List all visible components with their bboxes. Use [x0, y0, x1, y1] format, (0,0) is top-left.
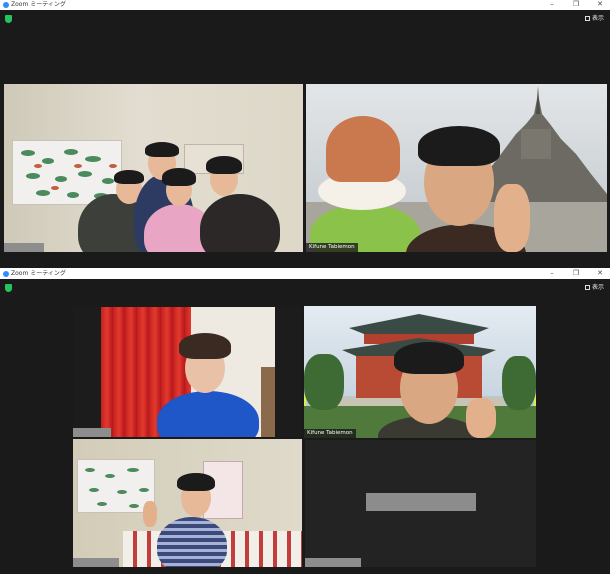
child-left-hair [114, 170, 144, 184]
furniture [261, 367, 275, 437]
peace-sign-hand-3 [143, 501, 157, 527]
title-bar: Zoom ミーティング – ❐ ✕ [0, 0, 610, 10]
video-tile-boy[interactable] [73, 439, 302, 567]
participant-name-placeholder [4, 243, 44, 252]
participant-name-placeholder-2 [73, 428, 111, 437]
zoom-logo-icon-2 [3, 271, 9, 277]
title-bar-2: Zoom ミーティング – ❐ ✕ [0, 269, 610, 279]
view-button-2[interactable]: 表示 [584, 284, 604, 292]
view-button[interactable]: 表示 [584, 15, 604, 23]
peace-sign-hand [494, 184, 530, 252]
video-tile-kifune-tabiemon-2[interactable]: Kifune Tabiemon [304, 306, 536, 438]
maximize-button[interactable]: ❐ [566, 0, 586, 10]
mother-hair [206, 156, 242, 174]
view-button-label-2: 表示 [591, 284, 604, 291]
plush-hat [326, 116, 400, 182]
video-tile-woman[interactable] [73, 307, 302, 437]
participant-name-label-2: Kifune Tabiemon [304, 429, 356, 438]
window-title-2: Zoom ミーティング [11, 270, 66, 277]
participant-name-label: Kifune Tabiemon [306, 243, 358, 252]
zoom-logo-icon [3, 2, 9, 8]
video-tile-family[interactable] [4, 84, 303, 252]
video-tile-kifune-tabiemon[interactable]: Kifune Tabiemon [306, 84, 607, 252]
tree-right [502, 356, 536, 410]
tree-left [304, 354, 344, 410]
window-title: Zoom ミーティング [11, 1, 66, 8]
father-hair [145, 142, 179, 157]
zoom-window-top: Zoom ミーティング – ❐ ✕ 表示 Kifune Tabiemon [0, 0, 610, 268]
boy-body [157, 517, 227, 567]
boy-hair [177, 473, 215, 491]
participant-name-placeholder-center [366, 493, 476, 511]
video-tile-camera-off[interactable] [305, 440, 536, 567]
woman-hair [179, 333, 231, 359]
zoom-window-bottom: Zoom ミーティング – ❐ ✕ 表示 Kifune Tabiemon [0, 269, 610, 574]
view-button-label: 表示 [591, 15, 604, 22]
security-shield-icon[interactable] [5, 15, 12, 23]
close-button[interactable]: ✕ [590, 0, 610, 10]
grid-icon-2 [584, 285, 590, 290]
security-shield-icon-2[interactable] [5, 284, 12, 292]
girl-hair [162, 168, 196, 186]
participant-name-placeholder-3 [73, 558, 119, 567]
grid-icon [584, 16, 590, 21]
minimize-button[interactable]: – [542, 0, 562, 10]
minimize-button-2[interactable]: – [542, 269, 562, 279]
participant-name-placeholder-4 [305, 558, 361, 567]
man-hair [418, 126, 500, 166]
man-hair-2 [394, 342, 464, 374]
maximize-button-2[interactable]: ❐ [566, 269, 586, 279]
close-button-2[interactable]: ✕ [590, 269, 610, 279]
peace-sign-hand-2 [466, 398, 496, 438]
